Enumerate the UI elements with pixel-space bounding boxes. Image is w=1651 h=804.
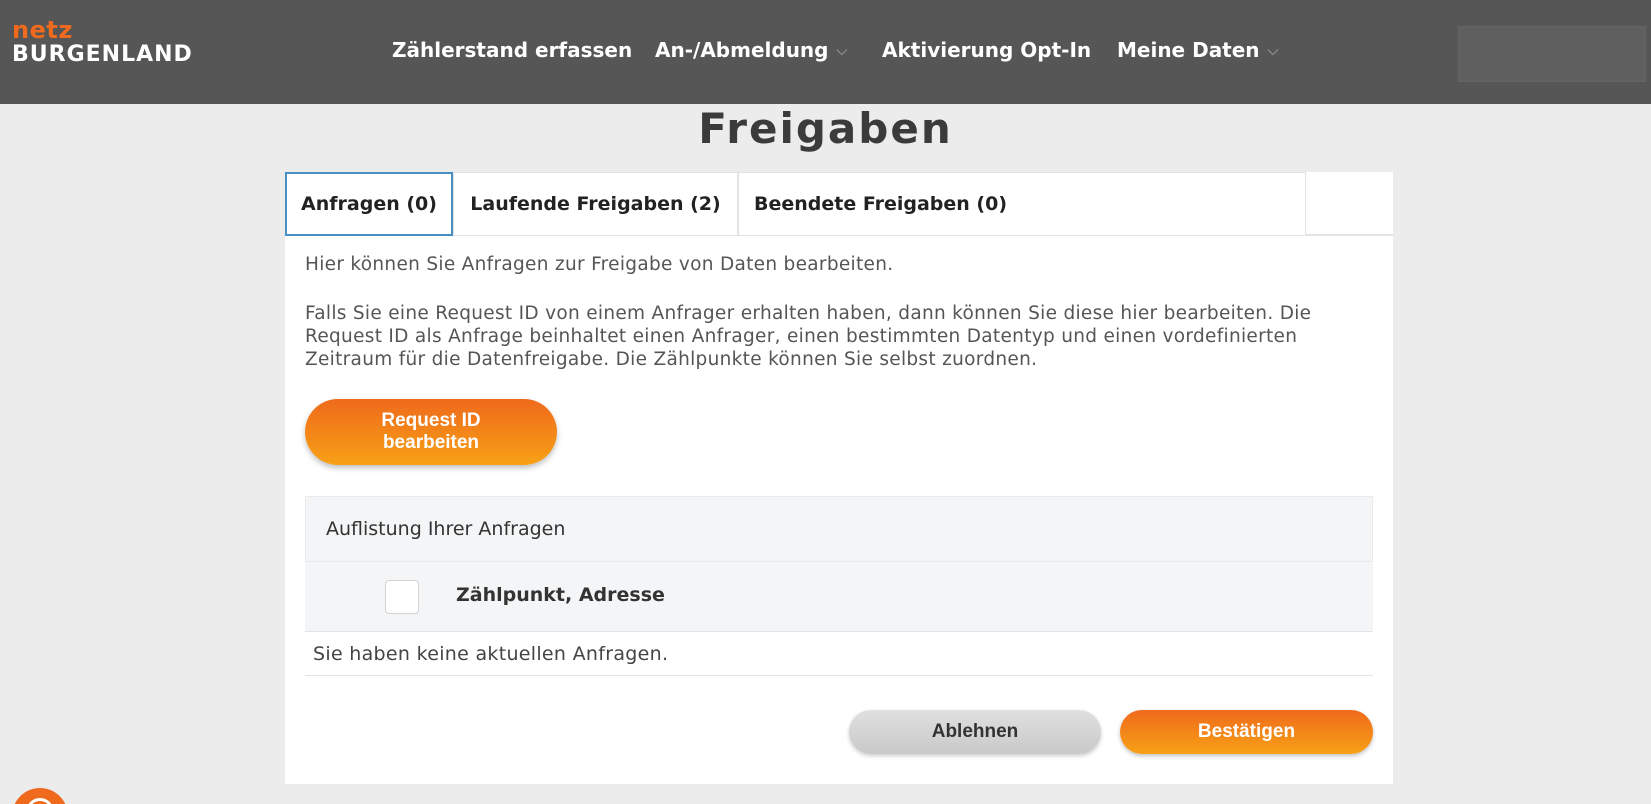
- list-column-header: Zählpunkt, Adresse: [305, 562, 1373, 632]
- nav-aktivierung-opt-in[interactable]: Aktivierung Opt-In: [882, 38, 1091, 62]
- select-all-checkbox[interactable]: [385, 580, 419, 614]
- nav-label: Aktivierung Opt-In: [882, 38, 1092, 62]
- nav-an-abmeldung[interactable]: An-/Abmeldung ⌵: [655, 38, 847, 62]
- logo-netz-text: netz: [12, 16, 73, 44]
- header-right-box[interactable]: [1458, 26, 1646, 82]
- nav-zaehlerstand-erfassen[interactable]: Zählerstand erfassen: [392, 38, 632, 62]
- decline-button[interactable]: Ablehnen: [849, 710, 1101, 754]
- nav-meine-daten[interactable]: Meine Daten ⌵: [1117, 38, 1278, 62]
- freigaben-card: Anfragen (0) Laufende Freigaben (2) Been…: [285, 172, 1393, 784]
- page-title: Freigaben: [698, 104, 953, 153]
- confirm-button[interactable]: Bestätigen: [1120, 710, 1373, 754]
- requests-list: Auflistung Ihrer Anfragen Zählpunkt, Adr…: [305, 496, 1373, 706]
- tab-label: Beendete Freigaben (0): [753, 193, 1008, 215]
- help-button[interactable]: [12, 788, 68, 804]
- chevron-down-icon: ⌵: [836, 43, 848, 59]
- top-navigation-bar: netz BURGENLAND Zählerstand erfassen An-…: [0, 0, 1651, 104]
- tab-bar: Anfragen (0) Laufende Freigaben (2) Been…: [285, 172, 1393, 236]
- description-text: Falls Sie eine Request ID von einem Anfr…: [305, 303, 1312, 370]
- help-icon: [26, 798, 54, 804]
- nav-label: An-/Abmeldung: [655, 38, 829, 62]
- chevron-down-icon: ⌵: [1267, 43, 1279, 59]
- tab-anfragen[interactable]: Anfragen (0): [285, 172, 453, 236]
- nav-label: Zählerstand erfassen: [392, 38, 633, 62]
- empty-list-message: Sie haben keine aktuellen Anfragen.: [305, 632, 1373, 676]
- netz-burgenland-logo[interactable]: netz BURGENLAND: [12, 18, 193, 66]
- tab-laufende-freigaben[interactable]: Laufende Freigaben (2): [453, 172, 738, 236]
- button-label: Request ID bearbeiten: [381, 410, 481, 453]
- intro-text: Hier können Sie Anfragen zur Freigabe vo…: [305, 254, 894, 275]
- nav-label: Meine Daten: [1117, 38, 1260, 62]
- list-title: Auflistung Ihrer Anfragen: [305, 496, 1373, 562]
- tab-beendete-freigaben[interactable]: Beendete Freigaben (0): [738, 172, 1306, 236]
- request-id-edit-button[interactable]: Request ID bearbeiten: [305, 399, 557, 465]
- column-label-zaehlpunkt: Zählpunkt, Adresse: [456, 584, 665, 606]
- logo-burgenland-text: BURGENLAND: [12, 42, 193, 67]
